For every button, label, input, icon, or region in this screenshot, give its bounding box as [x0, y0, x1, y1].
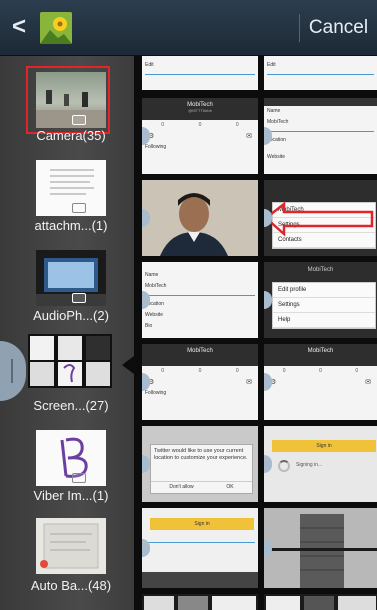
album-item-attachments[interactable]: attachm...(1) [0, 152, 134, 233]
grid-item[interactable]: MobiTech Edit profile Settings Help [264, 262, 377, 338]
profile-title: MobiTech [187, 348, 213, 354]
back-button[interactable]: < [0, 0, 72, 56]
grid-item[interactable]: Name MobiTech Location Website [264, 98, 377, 174]
scroll-bubble [264, 291, 272, 309]
album-item-camera[interactable]: Camera(35) [0, 62, 134, 143]
following-label: Following [145, 144, 167, 150]
scroll-bubble [142, 455, 150, 473]
album-thumbnail [28, 334, 112, 388]
grid-item[interactable] [264, 594, 377, 610]
gallery-sunflower-icon [40, 12, 72, 44]
album-label: AudioPh...(2) [33, 308, 109, 323]
grid-item[interactable] [142, 594, 258, 610]
album-thumbnail [36, 430, 106, 486]
folder-icon [72, 115, 86, 125]
profile-handle: @MTTTbbbb [188, 108, 212, 113]
album-thumbnail [36, 518, 106, 574]
mail-icon: ✉ [246, 133, 252, 140]
edit-label: Edit [267, 62, 276, 68]
scroll-bubble [264, 455, 272, 473]
album-label: Auto Ba...(48) [30, 578, 112, 593]
album-thumbnail [36, 72, 106, 128]
album-label: attachm...(1) [34, 218, 108, 233]
field-bio: Bio [145, 323, 153, 329]
grid-item[interactable]: Edit [142, 56, 258, 90]
album-thumbnail [36, 160, 106, 216]
album-item-audiophotos[interactable]: AudioPh...(2) [0, 242, 134, 323]
menu-item: Help [273, 313, 375, 328]
spinner-icon [278, 460, 290, 472]
grid-item-photo[interactable] [142, 180, 258, 256]
ok-label: OK [226, 484, 234, 490]
profile-title: MobiTech [307, 348, 334, 354]
field-value: MobiTech [267, 119, 289, 125]
folder-icon [72, 473, 86, 483]
field-value: MobiTech [145, 283, 167, 289]
grid-item[interactable]: MobiTech 000 ⚙ ✉ Following [142, 344, 258, 420]
selection-pointer [122, 356, 134, 374]
grid-item[interactable]: Sign in [142, 508, 258, 588]
menu-item: Settings [273, 298, 375, 313]
chevron-left-icon: < [12, 13, 27, 40]
album-item-viber[interactable]: Viber Im...(1) [0, 424, 134, 504]
mail-icon: ✉ [365, 379, 371, 386]
grid-item-photo[interactable] [264, 508, 377, 588]
dont-allow-label: Don't allow [169, 484, 194, 490]
following-label: Following [145, 390, 167, 396]
album-list: Camera(35) attachm...(1) AudioPh...(2) S… [0, 56, 134, 610]
album-item-autobackup[interactable]: Auto Ba...(48) [0, 512, 134, 602]
red-arrow-icon [264, 201, 374, 237]
dialog-text: Twitter would like to use your current l… [154, 448, 248, 461]
field-name: Name [145, 272, 159, 278]
folder-icon [72, 293, 86, 303]
signin-bar: Sign in [272, 440, 376, 452]
album-label: Viber Im...(1) [33, 488, 109, 503]
album-thumbnail [36, 250, 106, 306]
menu-item: Edit profile [273, 283, 375, 298]
field-location: Location [145, 301, 164, 307]
grid-item[interactable]: Sign in Signing in... [264, 426, 377, 502]
album-label: Screen...(27) [33, 398, 109, 413]
field-website: Website [267, 154, 285, 160]
edit-label: Edit [145, 62, 154, 68]
profile-title: MobiTech [307, 267, 334, 273]
field-website: Website [145, 312, 163, 318]
grid-item[interactable]: Twitter would like to use your current l… [142, 426, 258, 502]
grid-item[interactable]: Edit [264, 56, 377, 90]
album-label: Camera(35) [36, 128, 106, 143]
photo-grid: Edit Edit MobiTech @MTTTbbbb 000 ⚙ ✉ Foll… [142, 56, 377, 610]
field-name: Name [267, 108, 281, 114]
grid-item[interactable]: Name MobiTech Location Website Bio [142, 262, 258, 338]
signing-label: Signing in... [296, 462, 323, 468]
action-bar: < Cancel [0, 0, 377, 56]
folder-icon [72, 203, 86, 213]
field-location: Location [267, 137, 286, 143]
grid-item[interactable]: MobiTech 000 ⚙ ✉ [264, 344, 377, 420]
mail-icon: ✉ [246, 379, 252, 386]
grid-item[interactable]: MobiTech Settings Contacts [264, 180, 377, 256]
grid-item[interactable]: MobiTech @MTTTbbbb 000 ⚙ ✉ Following [142, 98, 258, 174]
cancel-button[interactable]: Cancel [300, 0, 377, 56]
signin-bar: Sign in [150, 518, 254, 530]
